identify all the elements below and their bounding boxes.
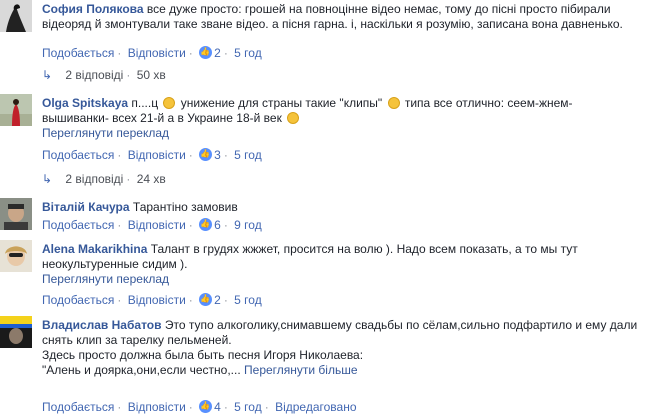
comment-body: София Полякова все дуже просто: грошей н… <box>42 2 638 32</box>
comment-actions: Подобається· Відповісти· 2· 5 год <box>42 45 262 60</box>
replies-link[interactable]: ↳ 2 відповіді · 50 хв <box>42 68 166 82</box>
see-more-link[interactable]: Переглянути більше <box>244 363 358 377</box>
reply-button[interactable]: Відповісти <box>128 293 186 307</box>
like-count[interactable]: 6 <box>214 218 221 232</box>
comment-text: Тарантіно замовив <box>132 200 238 214</box>
comment-time[interactable]: 5 год <box>234 293 262 307</box>
like-button[interactable]: Подобається <box>42 148 114 162</box>
replies-time: 24 хв <box>136 172 166 186</box>
like-button[interactable]: Подобається <box>42 46 114 60</box>
comments-list: София Полякова все дуже просто: грошей н… <box>0 0 646 420</box>
comment-author[interactable]: Olga Spitskaya <box>42 96 128 110</box>
comment-actions: Подобається· Відповісти· 2· 5 год <box>42 292 262 307</box>
like-button[interactable]: Подобається <box>42 293 114 307</box>
replies-count[interactable]: 2 відповіді <box>65 68 123 82</box>
like-icon <box>199 292 213 306</box>
comment-actions: Подобається· Відповісти· 4· 5 год· Відре… <box>42 399 357 414</box>
like-button[interactable]: Подобається <box>42 400 114 414</box>
replies-count[interactable]: 2 відповіді <box>65 172 123 186</box>
like-icon <box>199 217 213 231</box>
reply-arrow-icon: ↳ <box>42 68 53 82</box>
smile-emoji-icon <box>287 112 300 124</box>
comment-author[interactable]: Alena Makarikhina <box>42 242 147 256</box>
reply-button[interactable]: Відповісти <box>128 46 186 60</box>
comment-actions: Подобається· Відповісти· 6· 9 год <box>42 217 262 232</box>
comment-author[interactable]: Віталій Качура <box>42 200 130 214</box>
comment-author[interactable]: Владислав Набатов <box>42 318 162 332</box>
comment-time[interactable]: 5 год <box>234 148 262 162</box>
reply-button[interactable]: Відповісти <box>128 400 186 414</box>
edited-label[interactable]: Відредаговано <box>275 400 356 414</box>
comment-text: Здесь просто должна была быть песня Игор… <box>42 348 364 362</box>
avatar[interactable] <box>0 94 32 126</box>
like-count[interactable]: 2 <box>214 46 221 60</box>
reply-button[interactable]: Відповісти <box>128 148 186 162</box>
translate-link[interactable]: Переглянути переклад <box>42 126 638 141</box>
like-count[interactable]: 4 <box>214 400 221 414</box>
like-icon <box>199 399 213 413</box>
like-count[interactable]: 3 <box>214 148 221 162</box>
reply-button[interactable]: Відповісти <box>128 218 186 232</box>
replies-link[interactable]: ↳ 2 відповіді · 24 хв <box>42 172 166 186</box>
comment-author[interactable]: София Полякова <box>42 2 144 16</box>
sad-emoji-icon <box>163 97 176 109</box>
comment-body: Владислав Набатов Это тупо алкоголику,сн… <box>42 318 638 378</box>
avatar[interactable] <box>0 240 32 272</box>
comment-time[interactable]: 5 год <box>234 46 262 60</box>
comment-text: унижение для страны такие "клипы" <box>180 96 383 110</box>
like-icon <box>199 45 213 59</box>
comment-text: всех 21-й а в Украине 18-й век <box>112 111 282 125</box>
avatar[interactable] <box>0 0 32 32</box>
comment-time[interactable]: 5 год <box>234 400 262 414</box>
comment-actions: Подобається· Відповісти· 3· 5 год <box>42 147 262 162</box>
comment-body: Віталій Качура Тарантіно замовив <box>42 200 638 215</box>
like-count[interactable]: 2 <box>214 293 221 307</box>
comment-body: Olga Spitskaya п....ц унижение для стран… <box>42 96 638 141</box>
comment-text: п....ц <box>131 96 159 110</box>
reply-arrow-icon: ↳ <box>42 172 53 186</box>
replies-time: 50 хв <box>136 68 166 82</box>
comment-time[interactable]: 9 год <box>234 218 262 232</box>
sad-emoji-icon <box>387 97 400 109</box>
translate-link[interactable]: Переглянути переклад <box>42 272 638 287</box>
like-button[interactable]: Подобається <box>42 218 114 232</box>
comment-body: Alena Makarikhina Талант в грудях жжжет,… <box>42 242 638 287</box>
avatar[interactable] <box>0 316 32 348</box>
comment-text: "Алень и доярка,они,если честно,... <box>42 363 241 377</box>
avatar[interactable] <box>0 198 32 230</box>
like-icon <box>199 147 213 161</box>
